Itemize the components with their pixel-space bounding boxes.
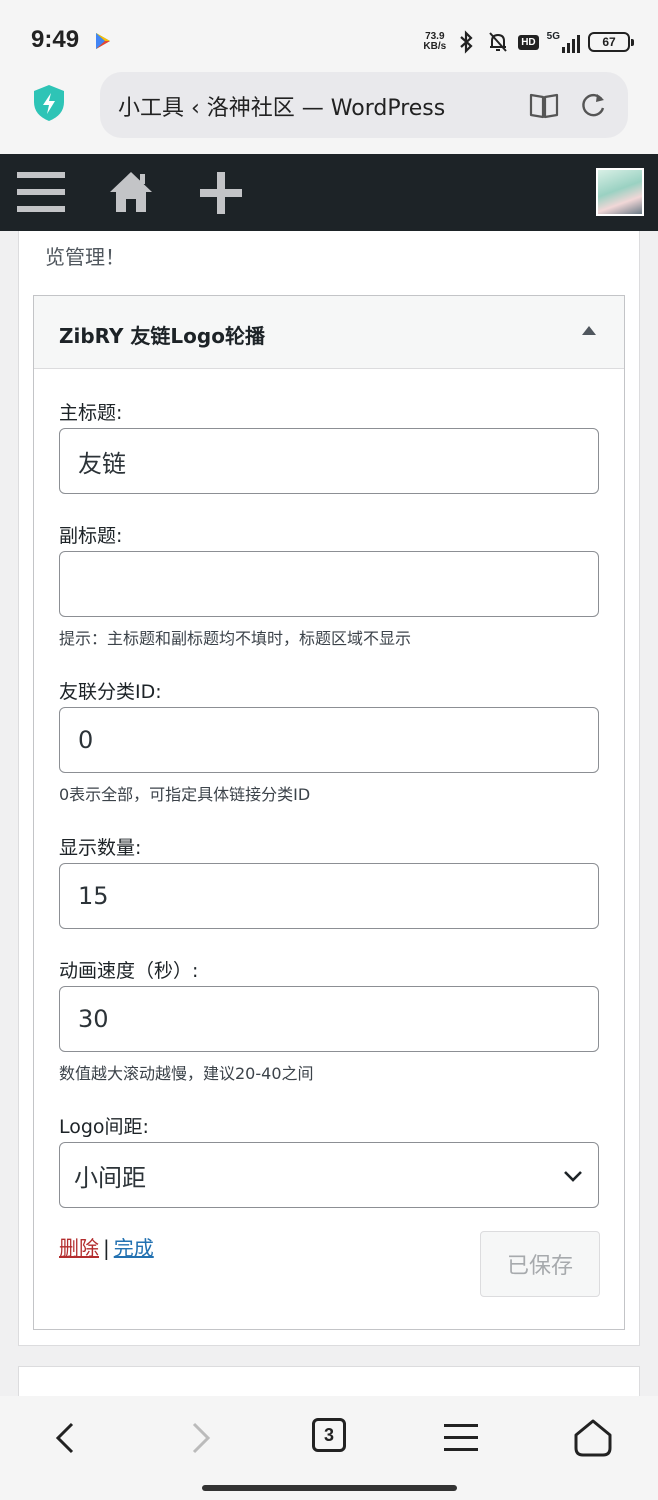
count-label: 显示数量:: [59, 837, 142, 859]
main-title-input[interactable]: 友链: [59, 428, 599, 494]
browser-toolbar: 小工具 ‹ 洛神社区 — WordPress: [0, 72, 658, 154]
count-input[interactable]: 15: [59, 863, 599, 929]
reload-icon[interactable]: [578, 90, 608, 120]
menu-icon[interactable]: [17, 170, 65, 214]
bluetooth-icon: [460, 30, 473, 54]
chevron-down-icon: [564, 1171, 582, 1182]
signal-indicator: 5G: [547, 31, 580, 53]
delete-link[interactable]: 删除: [59, 1236, 99, 1260]
category-input[interactable]: 0: [59, 707, 599, 773]
forward-icon[interactable]: [180, 1418, 220, 1458]
clock: 9:49: [31, 26, 80, 53]
subtitle-label: 副标题:: [59, 525, 123, 547]
subtitle-input[interactable]: [59, 551, 599, 617]
battery-indicator: 67: [588, 32, 634, 52]
home-nav-icon[interactable]: [573, 1418, 613, 1458]
subtitle-hint: 提示：主标题和副标题均不填时，标题区域不显示: [59, 629, 412, 648]
admin-bar: [0, 154, 658, 231]
category-hint: 0表示全部，可指定具体链接分类ID: [59, 785, 311, 804]
category-label: 友联分类ID:: [59, 681, 162, 703]
home-icon[interactable]: [108, 168, 154, 214]
widgets-panel: 览管理！ ZibRY 友链Logo轮播 主标题: 友链 副标题: 提示：主标题和…: [18, 231, 640, 1346]
saved-button[interactable]: 已保存: [480, 1231, 600, 1297]
reader-mode-icon[interactable]: [528, 90, 560, 120]
link-separator: |: [103, 1236, 110, 1260]
bell-off-icon: [489, 32, 507, 52]
speed-hint: 数值越大滚动越慢，建议20-40之间: [59, 1064, 314, 1083]
spacing-select[interactable]: 小间距: [59, 1142, 599, 1208]
intro-text: 览管理！: [45, 245, 125, 269]
shield-icon[interactable]: [32, 84, 66, 122]
hd-badge: HD: [518, 34, 539, 50]
home-indicator[interactable]: [202, 1485, 457, 1491]
spacing-selected-value: 小间距: [74, 1163, 146, 1192]
tabs-button[interactable]: 3: [312, 1418, 346, 1452]
widget-header[interactable]: ZibRY 友链Logo轮播: [34, 296, 624, 369]
main-title-label: 主标题:: [59, 402, 123, 424]
menu-lines-icon[interactable]: [441, 1418, 481, 1458]
plus-icon[interactable]: [198, 170, 244, 216]
spacing-label: Logo间距:: [59, 1116, 149, 1138]
status-bar: 9:49 73.9 KB/s HD 5G 67: [0, 0, 658, 72]
done-link[interactable]: 完成: [114, 1236, 154, 1260]
play-store-icon: [96, 33, 110, 49]
speed-input[interactable]: 30: [59, 986, 599, 1052]
widget-actions: 删除 | 完成: [59, 1232, 154, 1261]
collapse-arrow-icon[interactable]: [582, 326, 596, 335]
widget-title: ZibRY 友链Logo轮播: [59, 324, 265, 348]
network-speed: 73.9 KB/s: [423, 31, 447, 52]
page-title[interactable]: 小工具 ‹ 洛神社区 — WordPress: [118, 90, 445, 122]
back-icon[interactable]: [46, 1418, 86, 1458]
address-bar[interactable]: 小工具 ‹ 洛神社区 — WordPress: [100, 72, 628, 138]
avatar[interactable]: [596, 168, 644, 216]
widget-zibry-logo-carousel: ZibRY 友链Logo轮播 主标题: 友链 副标题: 提示：主标题和副标题均不…: [33, 295, 625, 1330]
status-icons: 73.9 KB/s HD 5G 67: [423, 28, 634, 56]
speed-label: 动画速度（秒）:: [59, 960, 199, 982]
